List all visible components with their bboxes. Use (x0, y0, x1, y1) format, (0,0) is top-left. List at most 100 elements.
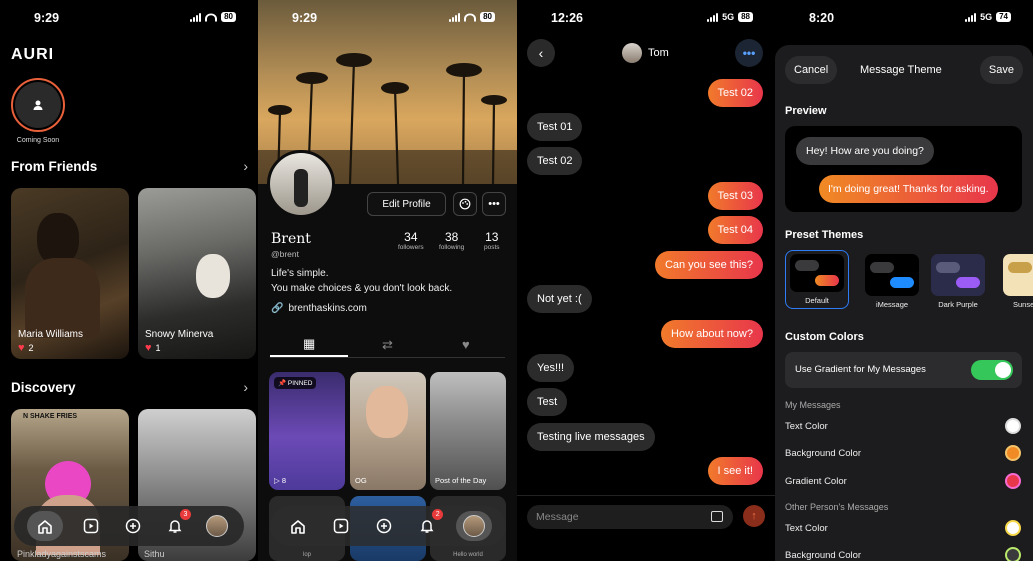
send-button[interactable]: ↑ (743, 505, 765, 527)
color-swatch-other-background[interactable] (1005, 547, 1021, 561)
card-name: Maria Williams (18, 329, 83, 340)
heart-icon: ♥ (145, 342, 152, 354)
more-button[interactable]: ••• (482, 192, 506, 216)
home-icon (38, 519, 52, 534)
post-tile[interactable]: OG (350, 372, 426, 490)
message-bubble-me[interactable]: Test 04 (707, 216, 763, 244)
message-bubble-me[interactable]: How about now? (661, 320, 763, 348)
nav-reels[interactable] (77, 512, 105, 540)
play-icon (83, 518, 99, 534)
profile-tabs: ▦ ⇄ ♥ (270, 332, 505, 358)
profile-avatar[interactable] (267, 150, 335, 218)
notification-badge: 2 (432, 509, 444, 520)
post-tile[interactable]: Post of the Day (430, 372, 506, 490)
nav-home[interactable] (284, 512, 312, 540)
status-time: 9:29 (34, 11, 60, 25)
profile-link[interactable]: 🔗 brenthaskins.com (271, 303, 367, 314)
message-bubble-them[interactable]: Test 01 (527, 113, 583, 141)
signal-icon (965, 12, 977, 22)
message-bubble-me[interactable]: I see it! (707, 457, 763, 485)
preset-default[interactable]: Default (785, 250, 849, 309)
edit-profile-button[interactable]: Edit Profile (367, 192, 446, 216)
battery-icon: 74 (996, 12, 1011, 22)
story-label: Coming Soon (16, 137, 60, 144)
nav-notifications[interactable]: 2 (413, 509, 444, 540)
nav-profile[interactable] (203, 512, 231, 540)
profile-screen: 9:29 80 Edit Profile ••• Brent @brent 34… (258, 0, 517, 561)
post-tile[interactable]: 📌 PINNED ▷ 8 (269, 372, 345, 490)
card-user: Pinkladyagainstscams (17, 549, 107, 559)
ellipsis-icon: ••• (488, 198, 500, 210)
nav-reels[interactable] (327, 512, 355, 540)
card-likes: ♥ 1 (145, 342, 161, 354)
photo (196, 254, 230, 298)
color-row-label: Text Color (785, 421, 828, 432)
section-title-discovery: Discovery (11, 380, 76, 395)
friend-card[interactable]: Snowy Minerva ♥ 1 (138, 188, 256, 359)
chevron-right-icon[interactable]: › (243, 158, 248, 174)
cancel-button[interactable]: Cancel (785, 56, 838, 84)
nav-create[interactable] (119, 512, 147, 540)
wifi-icon (464, 12, 477, 22)
save-button[interactable]: Save (979, 56, 1023, 84)
tab-reposts[interactable]: ⇄ (348, 332, 426, 357)
pinned-badge: 📌 PINNED (274, 377, 317, 389)
message-bubble-me[interactable]: Can you see this? (654, 251, 763, 279)
preset-imessage[interactable]: iMessage (860, 254, 924, 309)
avatar (463, 515, 486, 537)
message-bubble-them[interactable]: Test (527, 388, 568, 416)
message-bubble-me[interactable]: Test 02 (707, 79, 763, 107)
message-input[interactable]: Message (527, 505, 733, 529)
more-button[interactable]: ••• (735, 39, 763, 67)
tab-likes[interactable]: ♥ (427, 332, 505, 357)
preset-dark-purple[interactable]: Dark Purple (926, 254, 990, 309)
back-button[interactable]: ‹ (527, 39, 555, 67)
contact-name[interactable]: Tom (648, 47, 669, 59)
pin-icon: 📌 (278, 380, 288, 387)
message-bubble-them[interactable]: Yes!!! (527, 354, 575, 382)
other-messages-label: Other Person's Messages (785, 502, 889, 512)
theme-button[interactable] (453, 192, 477, 216)
chevron-right-icon[interactable]: › (243, 379, 248, 395)
signal-icon (449, 12, 461, 22)
color-swatch-gradient[interactable] (1005, 473, 1021, 489)
heart-icon: ♥ (461, 337, 470, 352)
plus-icon (125, 518, 141, 534)
nav-create[interactable] (370, 512, 398, 540)
color-swatch-text[interactable] (1005, 418, 1021, 434)
stat-followers[interactable]: 34 followers (398, 230, 424, 251)
play-icon (333, 518, 349, 534)
preset-sunset[interactable]: Sunset (1003, 254, 1033, 309)
preview-bubble-them: Hey! How are you doing? (796, 137, 934, 165)
status-bar: 9:29 80 (0, 0, 258, 34)
gradient-toggle-row: Use Gradient for My Messages (785, 352, 1022, 388)
palette-icon (459, 198, 471, 210)
color-swatch-background[interactable] (1005, 445, 1021, 461)
color-swatch-other-text[interactable] (1005, 520, 1021, 536)
nav-notifications[interactable]: 3 (161, 509, 191, 540)
image-icon[interactable] (711, 511, 723, 522)
chat-screen: 12:26 5G 88 ‹ Tom ••• Test 02 Test 01 Tes… (517, 0, 775, 561)
message-bubble-them[interactable]: Not yet :( (527, 285, 592, 313)
tile-caption: Post of the Day (435, 476, 487, 485)
nav-home[interactable] (27, 511, 63, 541)
message-bubble-them[interactable]: Testing live messages (527, 423, 655, 451)
message-bubble-them[interactable]: Test 02 (527, 147, 583, 175)
stat-following[interactable]: 38 following (439, 230, 464, 251)
status-time: 12:26 (551, 11, 583, 25)
message-bubble-me[interactable]: Test 03 (707, 182, 763, 210)
section-presets: Preset Themes (785, 229, 864, 241)
heart-icon: ♥ (18, 342, 25, 354)
tab-grid[interactable]: ▦ (270, 332, 349, 357)
avatar (206, 515, 228, 537)
section-custom: Custom Colors (785, 331, 864, 343)
story-avatar[interactable] (11, 78, 65, 132)
chevron-left-icon: ‹ (538, 45, 544, 61)
contact-avatar[interactable] (622, 43, 642, 63)
gradient-toggle[interactable] (971, 360, 1013, 380)
theme-preview: Hey! How are you doing? I'm doing great!… (785, 126, 1022, 212)
friend-card[interactable]: Maria Williams ♥ 2 (11, 188, 129, 359)
color-row-label: Background Color (785, 448, 862, 459)
nav-profile[interactable] (456, 511, 493, 541)
profile-handle: @brent (271, 249, 300, 259)
